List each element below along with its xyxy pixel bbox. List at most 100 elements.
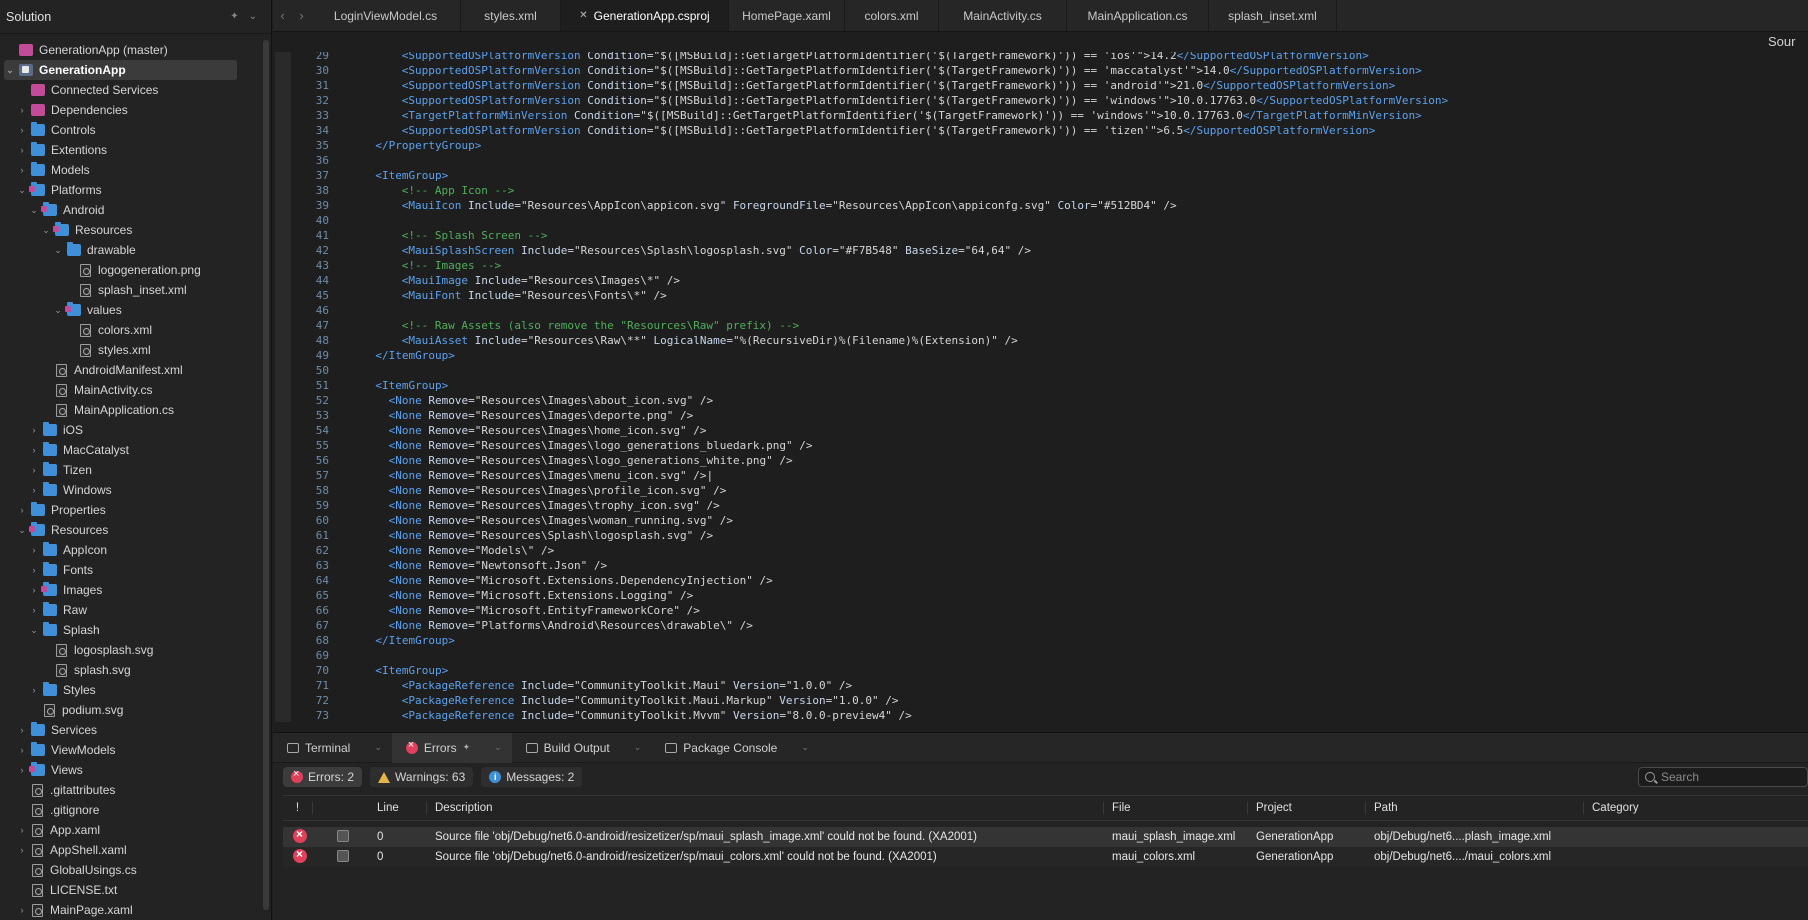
tree-item[interactable]: ⌄ Resources [0, 220, 259, 240]
tree-item[interactable]: › App.xaml [0, 820, 259, 840]
tree-item[interactable]: ⌄ GenerationApp [4, 60, 237, 80]
chevron-right-icon[interactable]: › [28, 565, 40, 575]
sidebar-scrollbar[interactable] [263, 40, 269, 910]
chevron-down-icon[interactable]: ⌄ [249, 11, 257, 22]
tree-item[interactable]: › Properties [0, 500, 259, 520]
chevron-right-icon[interactable]: › [28, 685, 40, 695]
tree-item[interactable]: › AppShell.xaml [0, 840, 259, 860]
tree-item[interactable]: › Extentions [0, 140, 259, 160]
tree-item[interactable]: styles.xml [0, 340, 259, 360]
row-checkbox[interactable] [337, 829, 349, 842]
tree-item[interactable]: › Windows [0, 480, 259, 500]
tree-item[interactable]: logosplash.svg [0, 640, 259, 660]
tree-item[interactable]: › iOS [0, 420, 259, 440]
editor-tab[interactable]: MainActivity.cs [939, 0, 1067, 31]
source-view-label[interactable]: Sour [1768, 34, 1808, 49]
tree-item[interactable]: › Dependencies [0, 100, 259, 120]
search-input[interactable] [1661, 770, 1791, 784]
editor-tab[interactable]: styles.xml [461, 0, 561, 31]
chevron-down-icon[interactable]: ⌄ [52, 305, 64, 316]
tree-item[interactable]: ⌄ Resources [0, 520, 259, 540]
tab-forward-icon[interactable]: › [299, 8, 303, 23]
chevron-down-icon[interactable]: ⌄ [801, 742, 809, 753]
panel-tab[interactable]: Package Console ⌄ [651, 733, 819, 763]
panel-tab[interactable]: Errors ✦ ⌄ [391, 732, 512, 763]
panel-tab[interactable]: Build Output ⌄ [512, 733, 652, 763]
chevron-right-icon[interactable]: › [28, 425, 40, 435]
tree-item[interactable]: › Controls [0, 120, 259, 140]
table-row[interactable]: 0 Source file 'obj/Debug/net6.0-android/r… [283, 847, 1808, 867]
col-path[interactable]: Path [1366, 802, 1584, 814]
close-icon[interactable]: ✕ [579, 10, 587, 21]
chevron-down-icon[interactable]: ⌄ [52, 245, 64, 256]
chevron-right-icon[interactable]: › [16, 125, 28, 135]
tree-item[interactable]: › Tizen [0, 460, 259, 480]
col-file[interactable]: File [1104, 802, 1248, 814]
chevron-right-icon[interactable]: › [28, 585, 40, 595]
error-search[interactable] [1638, 767, 1808, 787]
tree-item[interactable]: .gitignore [0, 800, 259, 820]
tree-item[interactable]: ⌄ drawable [0, 240, 259, 260]
tree-item[interactable]: › Views [0, 760, 259, 780]
chevron-right-icon[interactable]: › [28, 445, 40, 455]
editor-tab[interactable]: splash_inset.xml [1209, 0, 1337, 31]
chevron-right-icon[interactable]: › [28, 485, 40, 495]
chevron-right-icon[interactable]: › [16, 905, 28, 915]
code-editor[interactable]: 29 <SupportedOSPlatformVersion Condition=… [273, 52, 1808, 722]
chevron-right-icon[interactable]: › [16, 825, 28, 835]
chevron-right-icon[interactable]: › [16, 105, 28, 115]
tree-item[interactable]: › Services [0, 720, 259, 740]
editor-tab[interactable]: HomePage.xaml [729, 0, 845, 31]
chevron-right-icon[interactable]: › [16, 725, 28, 735]
chevron-down-icon[interactable]: ⌄ [16, 185, 28, 196]
editor-tab[interactable]: MainApplication.cs [1067, 0, 1209, 31]
tree-item[interactable]: GenerationApp (master) [0, 40, 259, 60]
tree-item[interactable]: ⌄ Splash [0, 620, 259, 640]
warnings-filter-button[interactable]: Warnings: 63 [370, 767, 474, 787]
chevron-right-icon[interactable]: › [16, 845, 28, 855]
chevron-down-icon[interactable]: ⌄ [16, 525, 28, 536]
editor-tab[interactable]: ✕ GenerationApp.csproj [561, 0, 729, 31]
tree-item[interactable]: splash.svg [0, 660, 259, 680]
chevron-down-icon[interactable]: ⌄ [28, 625, 40, 636]
col-line[interactable]: Line [369, 802, 427, 814]
tree-item[interactable]: podium.svg [0, 700, 259, 720]
tree-item[interactable]: splash_inset.xml [0, 280, 259, 300]
chevron-right-icon[interactable]: › [16, 165, 28, 175]
chevron-right-icon[interactable]: › [16, 765, 28, 775]
col-description[interactable]: Description [427, 802, 1104, 814]
chevron-right-icon[interactable]: › [16, 145, 28, 155]
chevron-right-icon[interactable]: › [28, 545, 40, 555]
tree-item[interactable]: .gitattributes [0, 780, 259, 800]
tree-item[interactable]: › Raw [0, 600, 259, 620]
tree-item[interactable]: › Models [0, 160, 259, 180]
chevron-down-icon[interactable]: ⌄ [634, 742, 642, 753]
chevron-down-icon[interactable]: ⌄ [374, 742, 382, 753]
chevron-right-icon[interactable]: › [28, 605, 40, 615]
tree-item[interactable]: › Images [0, 580, 259, 600]
tree-item[interactable]: logogeneration.png [0, 260, 259, 280]
chevron-down-icon[interactable]: ⌄ [28, 205, 40, 216]
col-project[interactable]: Project [1248, 802, 1366, 814]
tree-item[interactable]: LICENSE.txt [0, 880, 259, 900]
pin-icon[interactable]: ✦ [463, 742, 471, 753]
chevron-down-icon[interactable]: ⌄ [40, 225, 52, 236]
tree-item[interactable]: › MacCatalyst [0, 440, 259, 460]
tree-item[interactable]: › AppIcon [0, 540, 259, 560]
panel-tab[interactable]: Terminal ⌄ [273, 733, 392, 763]
errors-filter-button[interactable]: Errors: 2 [283, 767, 363, 787]
tree-item[interactable]: › Fonts [0, 560, 259, 580]
tree-item[interactable]: › ViewModels [0, 740, 259, 760]
col-bang[interactable]: ! [283, 802, 313, 814]
editor-tab[interactable]: colors.xml [845, 0, 939, 31]
tree-item[interactable]: › Styles [0, 680, 259, 700]
tree-item[interactable]: GlobalUsings.cs [0, 860, 259, 880]
tree-item[interactable]: Connected Services [0, 80, 259, 100]
editor-tab[interactable]: LoginViewModel.cs [311, 0, 461, 31]
tree-item[interactable]: › MainPage.xaml [0, 900, 259, 920]
chevron-right-icon[interactable]: › [28, 465, 40, 475]
chevron-right-icon[interactable]: › [16, 745, 28, 755]
tree-item[interactable]: ⌄ values [0, 300, 259, 320]
pin-icon[interactable]: ✦ [230, 11, 238, 22]
tree-item[interactable]: MainApplication.cs [0, 400, 259, 420]
